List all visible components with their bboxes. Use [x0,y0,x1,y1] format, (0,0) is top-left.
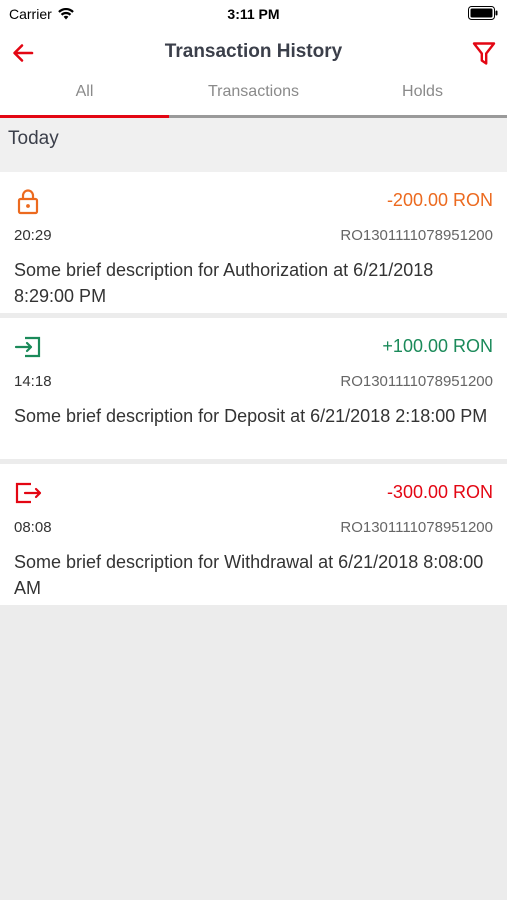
tab-bar: All Transactions Holds [0,78,507,118]
transaction-iban: RO1301111078951200 [340,373,493,390]
transaction-list: -200.00 RON 20:29 RO1301111078951200 Som… [0,172,507,610]
status-time: 3:11 PM [227,6,280,22]
tab-all[interactable]: All [0,78,169,118]
transaction-amount: -300.00 RON [386,482,493,502]
section-header: Today [0,118,507,172]
transaction-time: 20:29 [14,227,52,244]
transaction-row[interactable]: -200.00 RON 20:29 RO1301111078951200 Som… [0,172,507,313]
transaction-amount: -200.00 RON [386,190,493,210]
withdrawal-icon [15,482,42,504]
transaction-time: 08:08 [14,519,52,536]
transaction-amount: +100.00 RON [382,336,493,356]
transaction-description: Some brief description for Deposit at 6/… [14,406,488,426]
status-bar: Carrier 3:11 PM [0,0,507,28]
deposit-icon [14,336,41,358]
transaction-iban: RO1301111078951200 [340,227,493,244]
lock-icon [17,189,39,215]
section-title: Today [8,128,59,149]
app-header: Transaction History [0,28,507,78]
tab-holds[interactable]: Holds [338,78,507,115]
transaction-description: Some brief description for Authorization… [14,260,434,306]
transaction-iban: RO1301111078951200 [340,519,493,536]
transaction-time: 14:18 [14,373,52,390]
filter-icon[interactable] [469,38,499,68]
transaction-description: Some brief description for Withdrawal at… [14,552,484,598]
page-title: Transaction History [164,41,343,62]
battery-icon [468,6,498,20]
tab-transactions[interactable]: Transactions [169,78,338,115]
transaction-row[interactable]: -300.00 RON 08:08 RO1301111078951200 Som… [0,464,507,605]
transaction-row[interactable]: +100.00 RON 14:18 RO1301111078951200 Som… [0,318,507,459]
